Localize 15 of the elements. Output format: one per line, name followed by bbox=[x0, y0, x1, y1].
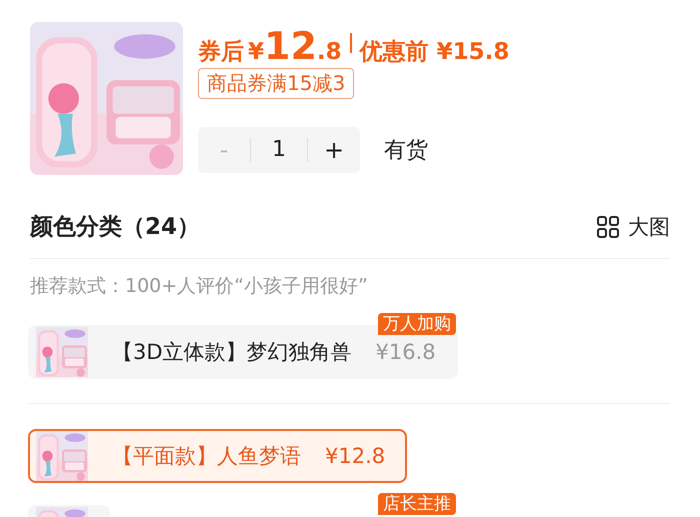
recommendation-text: 推荐款式：100+人评价“小孩子用很好” bbox=[30, 274, 369, 299]
section-title: 颜色分类（24） bbox=[30, 213, 200, 242]
stock-status: 有货 bbox=[384, 137, 428, 165]
price-decimal: .8 bbox=[316, 39, 342, 65]
plus-button[interactable]: + bbox=[308, 127, 360, 173]
price-integer: 12 bbox=[264, 24, 317, 68]
coupon-tag: 商品券满15减3 bbox=[198, 68, 354, 99]
promo-badge: 店长主推 bbox=[378, 493, 456, 515]
original-price: 优惠前 ¥15.8 bbox=[360, 38, 510, 67]
quantity-value[interactable]: 1 bbox=[250, 138, 308, 162]
promo-badge: 万人加购 bbox=[378, 313, 456, 335]
large-view-toggle[interactable]: 大图 bbox=[596, 212, 670, 240]
currency-symbol: ¥ bbox=[248, 39, 264, 65]
price-label: 券后 bbox=[198, 38, 244, 67]
grid-icon bbox=[596, 214, 620, 238]
